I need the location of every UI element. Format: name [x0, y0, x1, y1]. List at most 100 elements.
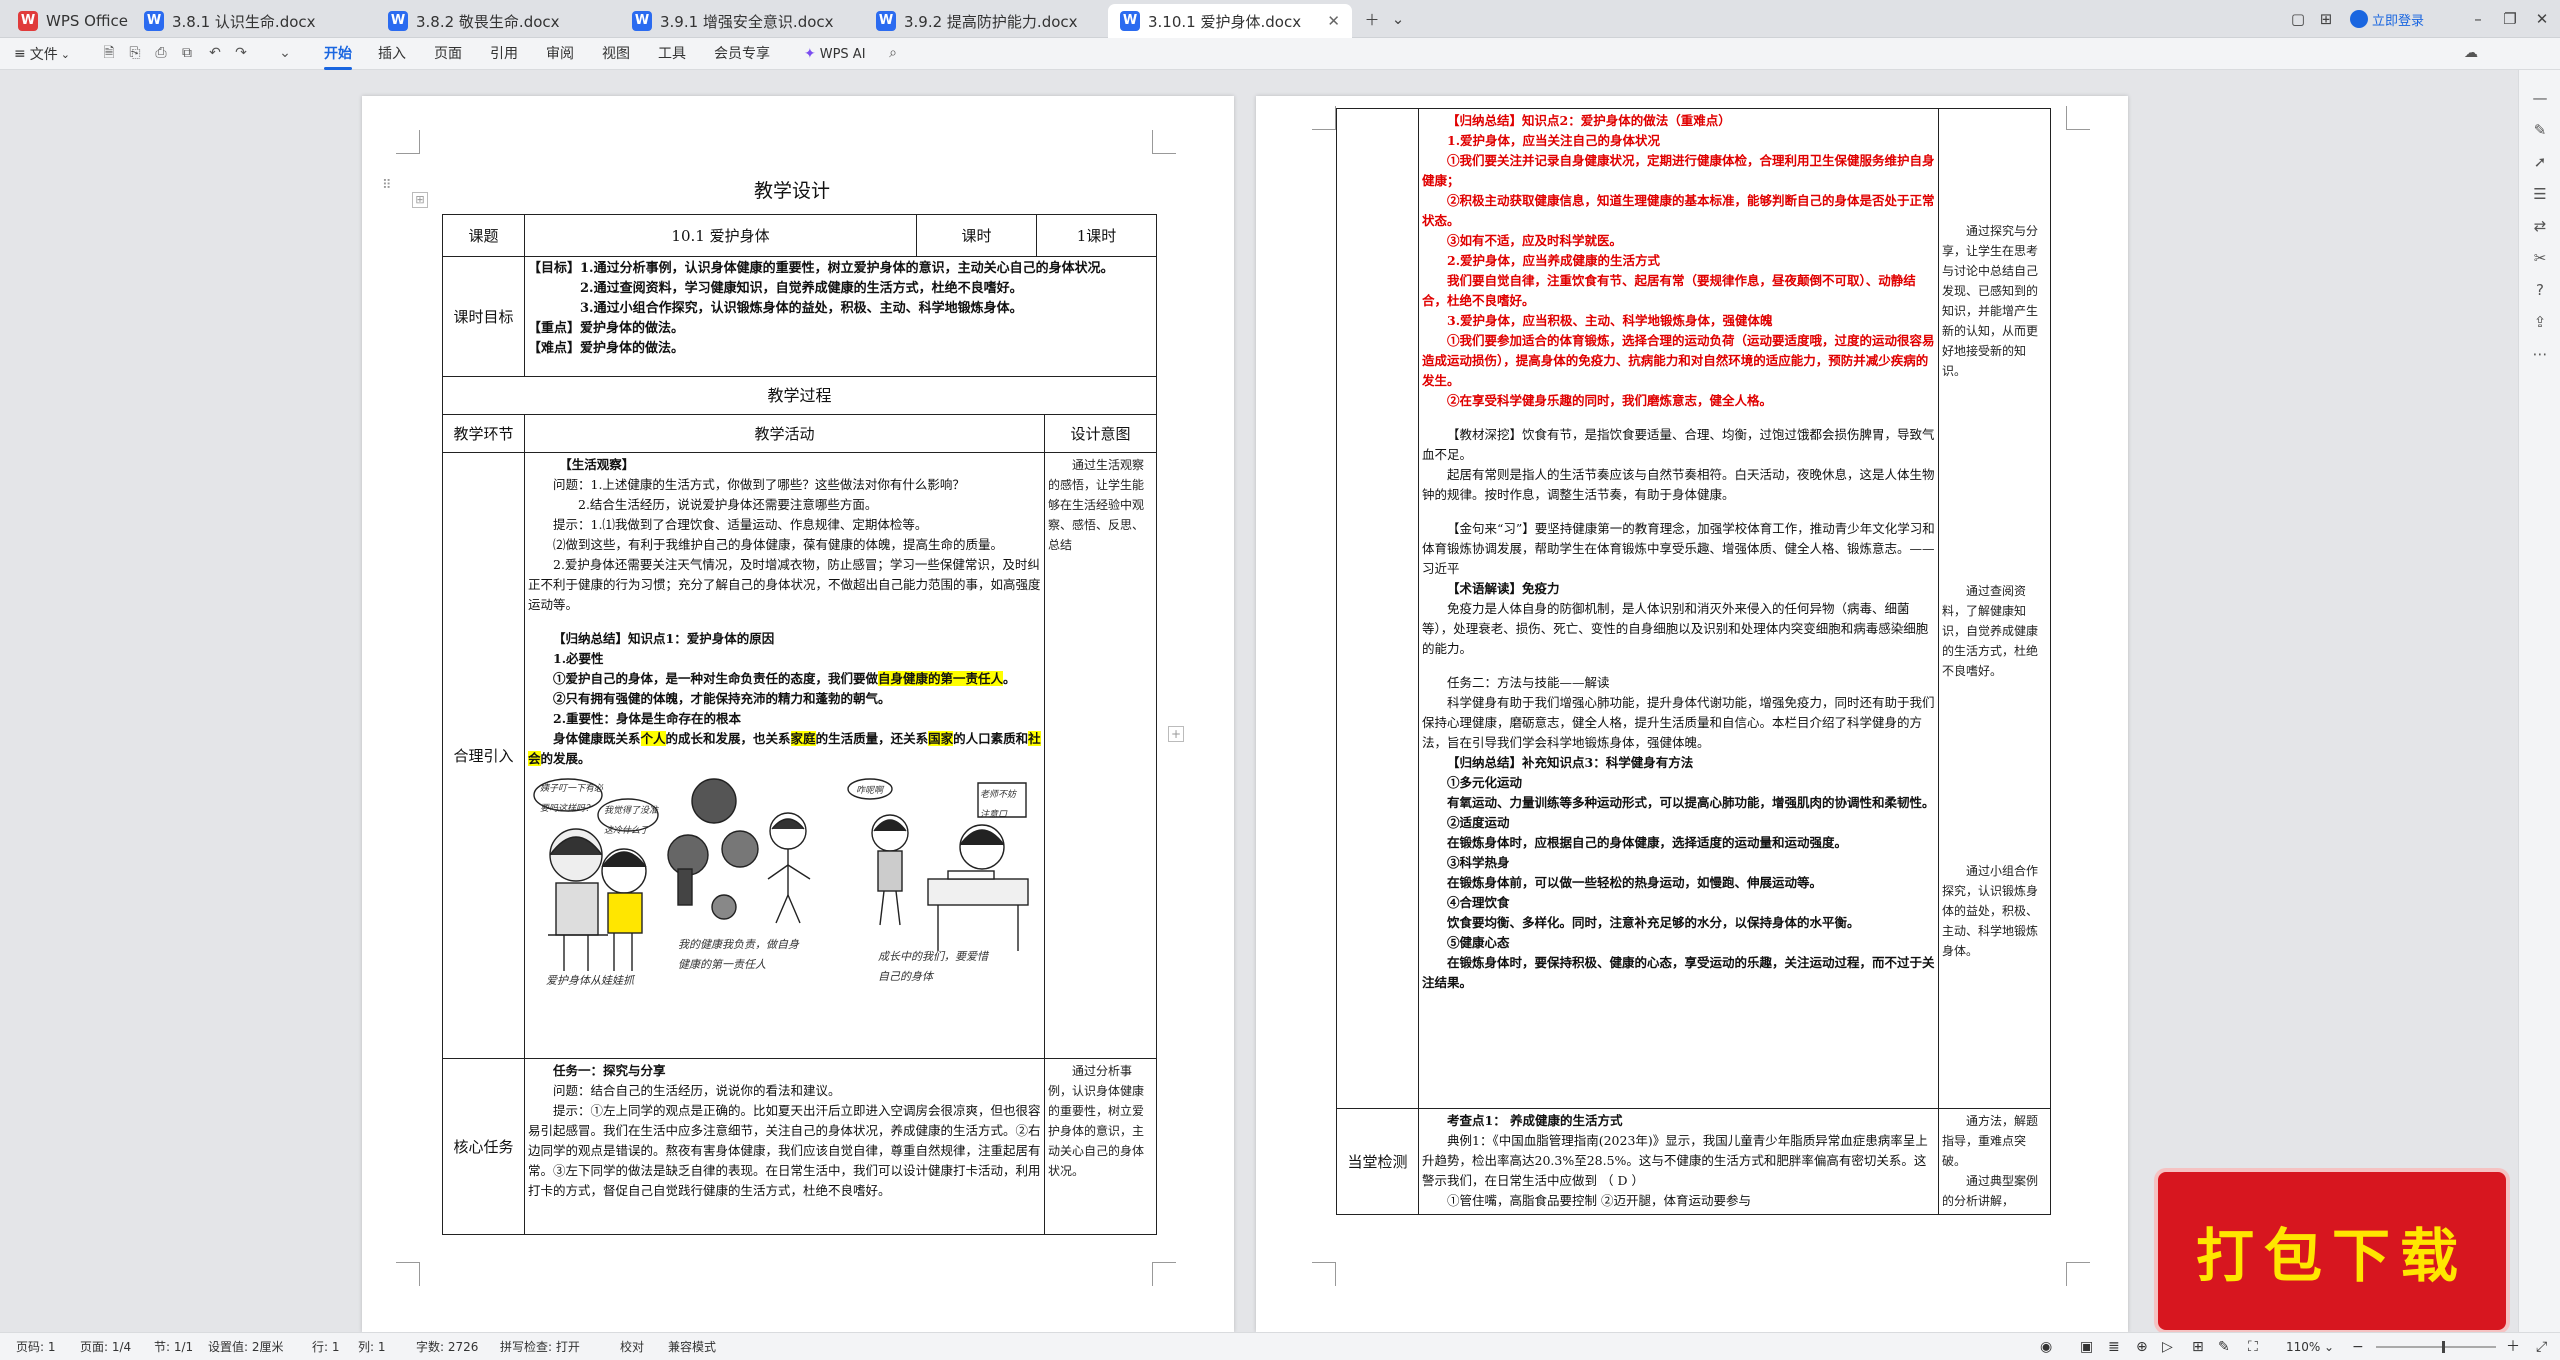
minimize-icon[interactable]: –	[2468, 8, 2488, 30]
login-label: 立即登录	[2372, 13, 2425, 29]
file-menu-button[interactable]: ≡ 文件 ⌄	[14, 38, 70, 70]
document-page-2[interactable]: 【归纳总结】知识点2：爱护身体的做法（重难点） 1.爱护身体，应当关注自己的身体…	[1256, 96, 2128, 1332]
pen-icon[interactable]: ✎	[2530, 120, 2550, 140]
chevron-down-icon[interactable]: ⌄	[276, 44, 294, 62]
login-button[interactable]: 立即登录	[2350, 8, 2450, 30]
chevron-down-icon[interactable]: ⌄	[2324, 1333, 2334, 1360]
fit-page-icon[interactable]: ⛶	[2248, 1333, 2258, 1360]
redo-icon[interactable]: ↷	[232, 44, 250, 62]
share-panel-icon[interactable]: ⇪	[2530, 312, 2550, 332]
tools-icon[interactable]: ✂	[2530, 248, 2550, 268]
lesson-plan-table-main[interactable]: 课题 10.1 爱护身体 课时 1课时 课时目标 【目标】1.通过分析事例，认识…	[442, 214, 1157, 415]
menu-member[interactable]: 会员专享	[714, 38, 770, 70]
tab-document-active[interactable]: W 3.10.1 爱护身体.docx ✕	[1108, 4, 1352, 38]
add-tab-icon[interactable]: ＋	[1360, 8, 1384, 30]
page-view-icon[interactable]: ▣	[2080, 1333, 2093, 1360]
preview-icon[interactable]: ⧉	[178, 44, 196, 62]
material-text: 起居有常则是指人的生活节奏应该与自然节奏相符。白天活动，夜晚休息，这是人体生物钟…	[1422, 467, 1935, 502]
summary-text: 1.爱护身体，应当关注自己的身体状况	[1447, 133, 1661, 148]
summary-heading: 【归纳总结】知识点1：爱护身体的原因	[553, 631, 775, 646]
cursor-icon[interactable]: ➚	[2530, 152, 2550, 172]
wps-ai-button[interactable]: ✦ WPS AI	[804, 38, 866, 70]
method-text: 在锻炼身体前，可以做一些轻松的热身运动，如慢跑、伸展运动等。	[1447, 875, 1823, 890]
file-menu-label: 文件	[29, 47, 58, 63]
purpose-text: 通过查阅资料，了解健康知识，自觉养成健康的生活方式，杜绝不良嗜好。	[1942, 584, 2039, 678]
cloud-sync-icon[interactable]: ☁	[2462, 44, 2480, 62]
menu-reference[interactable]: 引用	[490, 38, 518, 70]
right-tool-panel: — ✎ ➚ ☰ ⇄ ✂ ? ⇪ ⋯	[2518, 70, 2560, 1332]
menu-insert[interactable]: 插入	[378, 38, 406, 70]
close-window-icon[interactable]: ✕	[2532, 8, 2552, 30]
tab-label: 3.9.2 提高防护能力.docx	[904, 12, 1078, 31]
play-icon[interactable]: ▷	[2162, 1333, 2173, 1360]
crop-mark	[1152, 1262, 1176, 1286]
word-doc-icon: W	[144, 11, 164, 31]
save-icon[interactable]: 🗎	[100, 44, 118, 62]
status-spell-check[interactable]: 拼写检查: 打开	[500, 1333, 580, 1360]
help-icon[interactable]: ?	[2530, 280, 2550, 300]
menu-page[interactable]: 页面	[434, 38, 462, 70]
menu-view[interactable]: 视图	[602, 38, 630, 70]
document-workspace[interactable]: ⠿ ⊞ + 教学设计 课题 10.1 爱护身体 课题 10.1 爱护身体 课时 …	[0, 70, 2518, 1332]
menu-review[interactable]: 审阅	[546, 38, 574, 70]
export-icon[interactable]: ⎘	[126, 44, 144, 62]
menu-start[interactable]: 开始	[324, 38, 352, 70]
fullscreen-icon[interactable]: ⤢	[2536, 1333, 2547, 1360]
translate-icon[interactable]: ⇄	[2530, 216, 2550, 236]
more-icon[interactable]: ⋯	[2530, 344, 2550, 364]
tab-document[interactable]: W 3.9.1 增强安全意识.docx	[620, 4, 860, 38]
web-view-icon[interactable]: ⊕	[2136, 1333, 2148, 1360]
word-doc-icon: W	[876, 11, 896, 31]
crop-mark	[1312, 1262, 1336, 1286]
topic-label: 课题	[442, 214, 525, 257]
menu-tools[interactable]: 工具	[658, 38, 686, 70]
tab-document[interactable]: W 3.8.2 敬畏生命.docx	[376, 4, 616, 38]
print-icon[interactable]: ⎙	[152, 44, 170, 62]
undo-icon[interactable]: ↶	[206, 44, 224, 62]
status-proofread[interactable]: 校对	[620, 1333, 644, 1360]
zoom-slider-thumb[interactable]	[2442, 1341, 2445, 1353]
add-column-icon[interactable]: +	[1168, 726, 1184, 742]
check-activity-cell: 考查点1： 养成健康的生活方式 典例1：《中国血脂管理指南(2023年)》显示，…	[1418, 1108, 1939, 1215]
eye-protect-icon[interactable]: ◉	[2040, 1333, 2052, 1360]
task-heading: 任务一：探究与分享	[553, 1063, 666, 1078]
process-table-continued[interactable]: 【归纳总结】知识点2：爱护身体的做法（重难点） 1.爱护身体，应当关注自己的身体…	[1336, 108, 2051, 1215]
hamburger-icon: ≡	[14, 46, 26, 62]
tab-document[interactable]: W 3.9.2 提高防护能力.docx	[864, 4, 1104, 38]
read-mode-icon[interactable]: ⊞	[2192, 1333, 2204, 1360]
window-layout-icon[interactable]: ▢	[2288, 8, 2308, 30]
zoom-slider[interactable]	[2376, 1341, 2496, 1353]
zoom-out-icon[interactable]: −	[2352, 1333, 2364, 1360]
document-page-1[interactable]: ⠿ ⊞ + 教学设计 课题 10.1 爱护身体 课题 10.1 爱护身体 课时 …	[362, 96, 1234, 1332]
settings-slider-icon[interactable]: ☰	[2530, 184, 2550, 204]
download-banner[interactable]: 打包下载	[2158, 1172, 2506, 1330]
drag-handle-icon[interactable]: ⠿	[382, 178, 392, 193]
zoom-in-icon[interactable]: ＋	[2506, 1333, 2520, 1360]
method-title: ②适度运动	[1447, 815, 1510, 830]
close-icon[interactable]: ✕	[1319, 12, 1340, 30]
column-header: 教学活动	[524, 414, 1045, 453]
process-table[interactable]: 教学环节 教学活动 设计意图 合理引入 【生活观察】 问题：1.上述健康的生活方…	[442, 414, 1157, 1235]
outline-view-icon[interactable]: ≣	[2108, 1333, 2120, 1360]
tab-document[interactable]: W 3.8.1 认识生命.docx	[132, 4, 372, 38]
zoom-level[interactable]: 110%	[2286, 1333, 2320, 1360]
grid-icon[interactable]: ⊞	[2316, 8, 2336, 30]
restore-icon[interactable]: ❐	[2500, 8, 2520, 30]
period-label: 课时	[916, 214, 1037, 257]
minus-icon[interactable]: —	[2530, 88, 2550, 108]
tab-label: WPS Office	[46, 12, 128, 30]
method-title: ④合理饮食	[1447, 895, 1510, 910]
write-mode-icon[interactable]: ✎	[2218, 1333, 2230, 1360]
search-icon[interactable]: ⌕	[884, 44, 902, 62]
tab-wps-home[interactable]: W WPS Office	[6, 4, 128, 38]
word-doc-icon: W	[632, 11, 652, 31]
speech-bubble: 老师不妨注意口	[980, 790, 1017, 820]
check-heading: 考查点1： 养成健康的生活方式	[1447, 1113, 1623, 1128]
table-handle-icon[interactable]: ⊞	[412, 192, 428, 208]
hint-text: 提示：①左上同学的观点是正确的。比如夏天出汗后立即进入空调房会很凉爽，但也很容易…	[528, 1103, 1041, 1198]
method-text: 在锻炼身体时，要保持积极、健康的心态，享受运动的乐趣，关注运动过程，而不过于关注…	[1422, 955, 1935, 990]
status-word-count[interactable]: 字数: 2726	[416, 1333, 478, 1360]
chevron-down-icon[interactable]: ⌄	[1388, 8, 1408, 30]
column-header: 教学环节	[442, 414, 525, 453]
status-pages[interactable]: 页面: 1/4	[80, 1333, 131, 1360]
